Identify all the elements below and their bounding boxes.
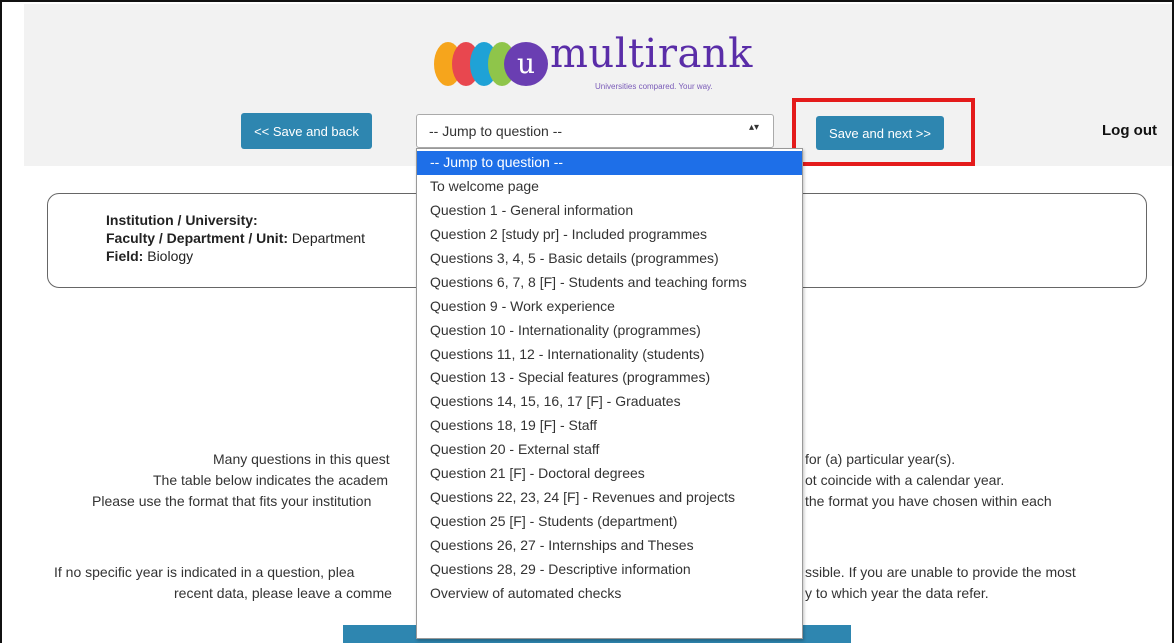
faculty-label: Faculty / Department / Unit:: [106, 230, 289, 246]
dropdown-option[interactable]: Questions 28, 29 - Descriptive informati…: [417, 558, 802, 582]
dropdown-option[interactable]: Overview of automated checks: [417, 582, 802, 606]
save-and-next-button[interactable]: Save and next >>: [816, 116, 944, 150]
dropdown-option[interactable]: To welcome page: [417, 175, 802, 199]
logo-circles-icon: u: [434, 42, 548, 86]
intro-text-5-right: y to which year the data refer.: [805, 585, 989, 601]
multirank-logo[interactable]: u multirank Universities compared. Your …: [430, 31, 752, 91]
intro-text-3-right: the format you have chosen within each: [805, 493, 1052, 509]
intro-text-1-left: Many questions in this quest: [213, 451, 390, 467]
intro-text-2-right: ot coincide with a calendar year.: [805, 472, 1005, 488]
dropdown-option[interactable]: Question 25 [F] - Students (department): [417, 510, 802, 534]
select-current-value: -- Jump to question --: [429, 123, 563, 139]
intro-text-1-right: for (a) particular year(s).: [805, 451, 956, 467]
dropdown-option[interactable]: Question 9 - Work experience: [417, 295, 802, 319]
logo-brand-text: multirank: [550, 31, 753, 77]
jump-to-question-dropdown: -- Jump to question -- To welcome page Que…: [416, 148, 803, 639]
dropdown-option[interactable]: -- Jump to question --: [417, 151, 802, 175]
logo-tagline: Universities compared. Your way.: [595, 82, 713, 91]
intro-text-4-right: ssible. If you are unable to provide the…: [805, 564, 1076, 580]
select-arrows-icon: ▴▾: [748, 122, 759, 133]
field-label: Field:: [106, 248, 144, 264]
dropdown-option[interactable]: Question 13 - Special features (programm…: [417, 366, 802, 390]
intro-text-4-left: If no specific year is indicated in a qu…: [54, 564, 355, 580]
intro-text-5-left: recent data, please leave a comme: [174, 585, 392, 601]
field-value: Biology: [147, 248, 194, 264]
page-frame: u multirank Universities compared. Your …: [0, 0, 1174, 643]
dropdown-option[interactable]: Questions 22, 23, 24 [F] - Revenues and …: [417, 486, 802, 510]
dropdown-option[interactable]: Question 1 - General information: [417, 199, 802, 223]
faculty-value: Department: [291, 230, 366, 246]
dropdown-option[interactable]: Questions 6, 7, 8 [F] - Students and tea…: [417, 271, 802, 295]
dropdown-option[interactable]: Question 2 [study pr] - Included program…: [417, 223, 802, 247]
dropdown-option[interactable]: Question 20 - External staff: [417, 438, 802, 462]
dropdown-option[interactable]: Question 21 [F] - Doctoral degrees: [417, 462, 802, 486]
save-and-back-button[interactable]: << Save and back: [241, 113, 372, 149]
intro-text-2-left: The table below indicates the academ: [153, 472, 389, 488]
institution-label: Institution / University:: [106, 212, 258, 228]
jump-to-question-select[interactable]: -- Jump to question -- ▴▾: [416, 114, 774, 148]
logout-link[interactable]: Log out: [1102, 122, 1157, 139]
dropdown-option[interactable]: Questions 14, 15, 16, 17 [F] - Graduates: [417, 390, 802, 414]
intro-text-3-left: Please use the format that fits your ins…: [92, 493, 372, 509]
dropdown-option[interactable]: Questions 18, 19 [F] - Staff: [417, 414, 802, 438]
dropdown-option[interactable]: Questions 3, 4, 5 - Basic details (progr…: [417, 247, 802, 271]
dropdown-option[interactable]: Question 10 - Internationality (programm…: [417, 319, 802, 343]
logo-letter: u: [517, 47, 535, 80]
dropdown-option[interactable]: Questions 11, 12 - Internationality (stu…: [417, 343, 802, 367]
dropdown-option[interactable]: Questions 26, 27 - Internships and These…: [417, 534, 802, 558]
